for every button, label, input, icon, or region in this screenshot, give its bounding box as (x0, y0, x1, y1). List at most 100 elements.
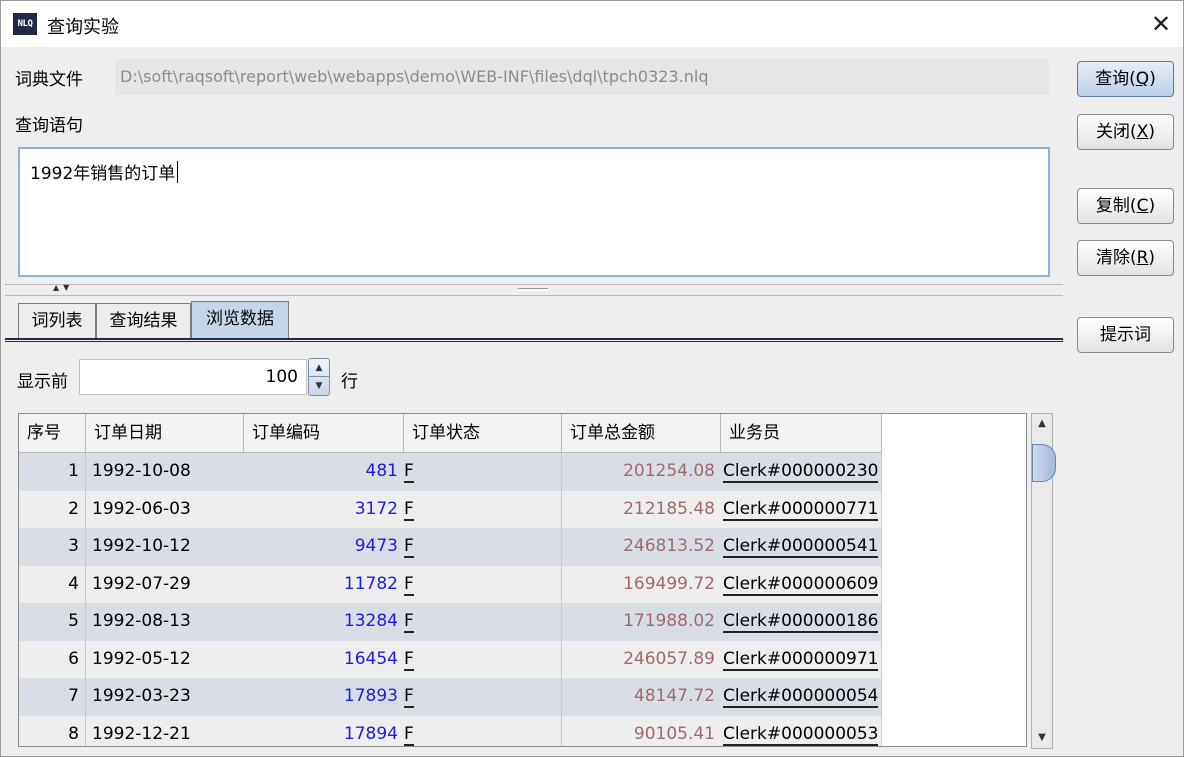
cell-order-total[interactable]: 246813.52 (562, 528, 721, 566)
cell-clerk[interactable]: Clerk#000000609 (721, 565, 882, 603)
cell-order-date[interactable]: 1992-10-12 (86, 528, 244, 566)
cell-order-total-value: 246813.52 (623, 536, 715, 556)
cell-order-status[interactable]: F (404, 603, 562, 641)
cell-order-date[interactable]: 1992-08-13 (86, 603, 244, 641)
cell-order-status[interactable]: F (404, 490, 562, 528)
cell-order-code[interactable]: 17894 (244, 716, 404, 747)
dict-file-field: D:\soft\raqsoft\report\web\webapps\demo\… (115, 59, 1049, 95)
cell-order-total[interactable]: 212185.48 (562, 491, 721, 529)
cell-order-status-value: F (404, 498, 414, 521)
table-row[interactable]: 7 1992-03-23 17893 F 48147.72 Clerk#000000054 (19, 678, 882, 716)
table-scrollbar[interactable]: ▲ ▼ (1031, 413, 1056, 749)
cell-order-code[interactable]: 481 (244, 453, 404, 491)
row-count-input[interactable]: 100 (79, 359, 307, 395)
cell-clerk[interactable]: Clerk#000000230 (721, 453, 882, 491)
cell-index[interactable]: 2 (19, 490, 86, 528)
cell-order-total-value: 48147.72 (633, 686, 715, 706)
tab-query-result[interactable]: 查询结果 (96, 303, 191, 339)
column-header-order-total[interactable]: 订单总金额 (562, 414, 721, 453)
cell-order-total-value: 169499.72 (623, 573, 715, 594)
cell-order-status[interactable]: F (404, 528, 562, 566)
cell-index[interactable]: 1 (19, 453, 86, 491)
cell-index[interactable]: 8 (19, 715, 86, 746)
cell-order-total[interactable]: 48147.72 (562, 678, 721, 716)
cell-order-date-value: 1992-10-08 (92, 461, 191, 481)
scrollbar-thumb[interactable] (1032, 444, 1056, 482)
scroll-up-icon[interactable]: ▲ (1032, 414, 1052, 434)
hint-words-button[interactable]: 提示词 (1077, 317, 1174, 353)
cell-order-total[interactable]: 171988.02 (562, 603, 721, 641)
table-row[interactable]: 6 1992-05-12 16454 F 246057.89 Clerk#00000097… (19, 640, 882, 679)
tab-underline (5, 338, 1063, 342)
table-row[interactable]: 2 1992-06-03 3172 F 212185.48 Clerk#000000771 (19, 490, 882, 529)
query-button[interactable]: 查询(Q) (1077, 61, 1174, 97)
cell-order-total[interactable]: 169499.72 (562, 566, 721, 604)
table-row[interactable]: 1 1992-10-08 481 F 201254.08 Clerk#000000230 (19, 453, 882, 491)
cell-order-code[interactable]: 11782 (244, 566, 404, 604)
cell-order-total-value: 171988.02 (623, 611, 715, 631)
cell-order-date[interactable]: 1992-05-12 (86, 641, 244, 679)
cell-order-date[interactable]: 1992-07-29 (86, 566, 244, 604)
row-count-stepper[interactable]: ▲ ▼ (308, 358, 330, 396)
table-row[interactable]: 5 1992-08-13 13284 F 171988.02 Clerk#00000018… (19, 603, 882, 641)
cell-order-code[interactable]: 17893 (244, 678, 404, 716)
cell-order-code[interactable]: 9473 (244, 528, 404, 566)
query-input[interactable]: 1992年销售的订单 (18, 147, 1050, 277)
column-header-index[interactable]: 序号 (19, 414, 86, 453)
cell-index[interactable]: 6 (19, 640, 86, 678)
copy-button[interactable]: 复制(C) (1077, 188, 1174, 224)
cell-order-code[interactable]: 3172 (244, 491, 404, 529)
cell-order-status[interactable]: F (404, 565, 562, 603)
close-button-end: ) (1148, 122, 1155, 142)
cell-order-code[interactable]: 13284 (244, 603, 404, 641)
clear-button-key: R (1136, 248, 1149, 268)
cell-order-total[interactable]: 90105.41 (562, 716, 721, 747)
cell-order-status[interactable]: F (404, 715, 562, 746)
table-row[interactable]: 8 1992-12-21 17894 F 90105.41 Clerk#000000053 (19, 715, 882, 747)
arrow-up-icon[interactable]: ▲ (309, 359, 329, 377)
query-button-key: Q (1135, 69, 1150, 89)
cell-order-date-value: 1992-07-29 (92, 573, 191, 594)
cell-index[interactable]: 7 (19, 678, 86, 716)
cell-clerk[interactable]: Clerk#000000541 (721, 528, 882, 566)
column-header-order-date[interactable]: 订单日期 (86, 414, 244, 453)
table-row[interactable]: 3 1992-10-12 9473 F 246813.52 Clerk#000000541 (19, 528, 882, 566)
cell-order-date[interactable]: 1992-10-08 (86, 453, 244, 491)
cell-order-status[interactable]: F (404, 640, 562, 678)
cell-order-code[interactable]: 16454 (244, 641, 404, 679)
tab-word-list[interactable]: 词列表 (18, 303, 96, 339)
column-header-order-code[interactable]: 订单编码 (244, 414, 404, 453)
column-header-clerk[interactable]: 业务员 (721, 414, 882, 453)
cell-order-status[interactable]: F (404, 678, 562, 716)
tab-browse-data[interactable]: 浏览数据 (191, 301, 289, 339)
cell-index[interactable]: 5 (19, 603, 86, 641)
cell-order-status-value: F (404, 573, 414, 596)
cell-order-date[interactable]: 1992-06-03 (86, 491, 244, 529)
cell-order-date[interactable]: 1992-03-23 (86, 678, 244, 716)
cell-index-value: 4 (68, 573, 79, 594)
splitter-grip[interactable] (518, 288, 548, 291)
cell-clerk[interactable]: Clerk#000000971 (721, 640, 882, 678)
cell-index-value: 6 (68, 648, 79, 669)
cell-clerk[interactable]: Clerk#000000186 (721, 603, 882, 641)
cell-clerk[interactable]: Clerk#000000053 (721, 715, 882, 746)
close-icon[interactable]: ✕ (1147, 9, 1175, 39)
cell-index[interactable]: 3 (19, 528, 86, 566)
cell-order-total[interactable]: 246057.89 (562, 641, 721, 679)
table-row[interactable]: 4 1992-07-29 11782 F 169499.72 Clerk#00000060… (19, 565, 882, 604)
splitter-arrows-icon[interactable]: ▲▼ (53, 283, 73, 292)
cell-order-total[interactable]: 201254.08 (562, 453, 721, 491)
cell-order-status[interactable]: F (404, 453, 562, 491)
close-button[interactable]: 关闭(X) (1077, 114, 1174, 150)
arrow-down-icon[interactable]: ▼ (309, 377, 329, 395)
column-header-order-status[interactable]: 订单状态 (404, 414, 562, 453)
scroll-down-icon[interactable]: ▼ (1032, 728, 1052, 748)
cell-index-value: 3 (68, 536, 79, 556)
cell-index[interactable]: 4 (19, 565, 86, 603)
cell-clerk[interactable]: Clerk#000000054 (721, 678, 882, 716)
cell-clerk[interactable]: Clerk#000000771 (721, 490, 882, 528)
rows-suffix-label: 行 (341, 372, 358, 392)
cell-index-value: 5 (68, 611, 79, 631)
cell-order-date[interactable]: 1992-12-21 (86, 716, 244, 747)
clear-button[interactable]: 清除(R) (1077, 240, 1174, 276)
